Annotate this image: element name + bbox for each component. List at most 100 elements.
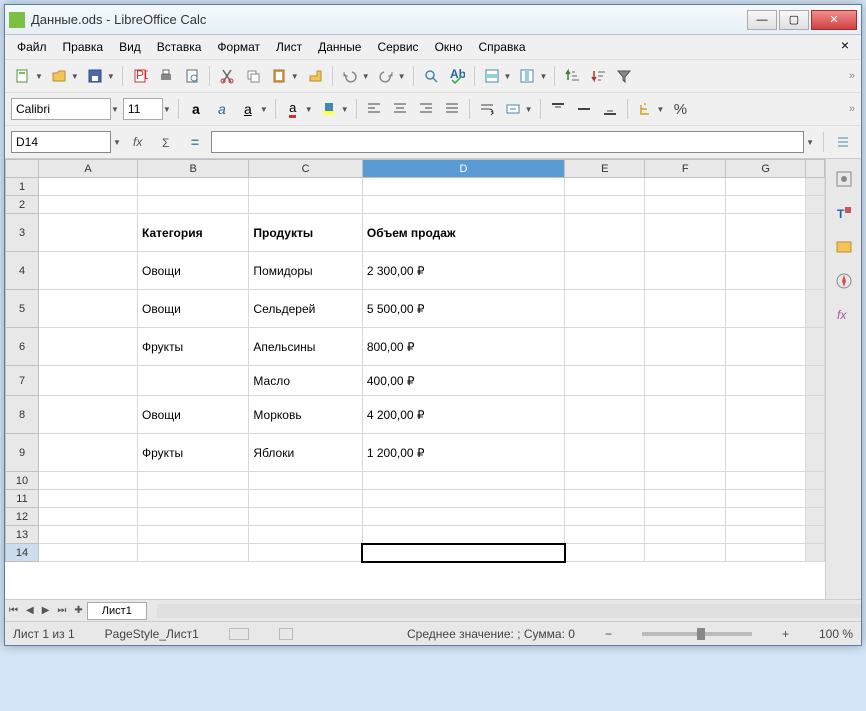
sort-desc-icon[interactable] (586, 64, 610, 88)
cell-C2[interactable] (249, 196, 362, 214)
cell-D3[interactable]: Объем продаж (362, 214, 564, 252)
cell-A11[interactable] (39, 490, 138, 508)
cell-B8[interactable]: Овощи (138, 396, 249, 434)
menu-file[interactable]: Файл (11, 37, 53, 57)
percent-icon[interactable]: % (668, 97, 692, 121)
cell-F13[interactable] (645, 526, 725, 544)
row-header-2[interactable]: 2 (6, 196, 39, 214)
copy-icon[interactable] (241, 64, 265, 88)
cell-D5[interactable]: 5 500,00 ₽ (362, 290, 564, 328)
row-header-7[interactable]: 7 (6, 366, 39, 396)
column-header-E[interactable]: E (565, 160, 645, 178)
cell-C8[interactable]: Морковь (249, 396, 362, 434)
cell-D14[interactable] (362, 544, 564, 562)
cell-C7[interactable]: Масло (249, 366, 362, 396)
cell-E10[interactable] (565, 472, 645, 490)
sidebar-toggle-icon[interactable] (831, 130, 855, 154)
export-pdf-icon[interactable]: PDF (128, 64, 152, 88)
align-center-icon[interactable] (388, 97, 412, 121)
align-justify-icon[interactable] (440, 97, 464, 121)
formula-input[interactable] (211, 131, 804, 153)
clone-format-icon[interactable] (303, 64, 327, 88)
cell-D11[interactable] (362, 490, 564, 508)
cell-G10[interactable] (725, 472, 805, 490)
merge-dropdown[interactable]: ▼ (525, 105, 535, 114)
cell-D4[interactable]: 2 300,00 ₽ (362, 252, 564, 290)
cell-F10[interactable] (645, 472, 725, 490)
align-right-icon[interactable] (414, 97, 438, 121)
status-sum[interactable]: Среднее значение: ; Сумма: 0 (407, 627, 575, 641)
menu-format[interactable]: Формат (211, 37, 266, 57)
print-preview-icon[interactable] (180, 64, 204, 88)
cell-D1[interactable] (362, 178, 564, 196)
underline-dropdown[interactable]: ▼ (260, 105, 270, 114)
merge-cells-icon[interactable] (501, 97, 525, 121)
cell-G13[interactable] (725, 526, 805, 544)
menu-tools[interactable]: Сервис (371, 37, 424, 57)
cell-G6[interactable] (725, 328, 805, 366)
cell-F6[interactable] (645, 328, 725, 366)
name-box[interactable]: D14 (11, 131, 111, 153)
font-name-dropdown[interactable]: ▼ (111, 105, 121, 114)
undo-dropdown[interactable]: ▼ (362, 72, 372, 81)
cell-B10[interactable] (138, 472, 249, 490)
sidebar-gallery-icon[interactable] (832, 235, 856, 259)
redo-dropdown[interactable]: ▼ (398, 72, 408, 81)
cell-G7[interactable] (725, 366, 805, 396)
cell-D2[interactable] (362, 196, 564, 214)
cell-A3[interactable] (39, 214, 138, 252)
column-dropdown[interactable]: ▼ (539, 72, 549, 81)
cell-C5[interactable]: Сельдерей (249, 290, 362, 328)
row-header-1[interactable]: 1 (6, 178, 39, 196)
sidebar-styles-icon[interactable]: T (832, 201, 856, 225)
status-selection-mode[interactable] (279, 628, 293, 640)
cell-A5[interactable] (39, 290, 138, 328)
cell-G14[interactable] (725, 544, 805, 562)
column-header-G[interactable]: G (725, 160, 805, 178)
cell-C14[interactable] (249, 544, 362, 562)
cell-G9[interactable] (725, 434, 805, 472)
cell-E4[interactable] (565, 252, 645, 290)
currency-icon[interactable] (633, 97, 657, 121)
cell-D13[interactable] (362, 526, 564, 544)
cell-E11[interactable] (565, 490, 645, 508)
bold-icon[interactable]: a (184, 97, 208, 121)
cell-B6[interactable]: Фрукты (138, 328, 249, 366)
cell-B2[interactable] (138, 196, 249, 214)
cell-A13[interactable] (39, 526, 138, 544)
tab-next-icon[interactable]: ▶ (38, 605, 54, 616)
font-size-dropdown[interactable]: ▼ (163, 105, 173, 114)
cell-D12[interactable] (362, 508, 564, 526)
row-header-8[interactable]: 8 (6, 396, 39, 434)
status-insert-mode[interactable] (229, 628, 249, 640)
zoom-slider[interactable] (642, 632, 752, 636)
row-header-9[interactable]: 9 (6, 434, 39, 472)
sidebar-navigator-icon[interactable] (832, 269, 856, 293)
new-dropdown[interactable]: ▼ (35, 72, 45, 81)
new-icon[interactable] (11, 64, 35, 88)
cell-D8[interactable]: 4 200,00 ₽ (362, 396, 564, 434)
cell-B4[interactable]: Овощи (138, 252, 249, 290)
cut-icon[interactable] (215, 64, 239, 88)
save-icon[interactable] (83, 64, 107, 88)
cell-B12[interactable] (138, 508, 249, 526)
cell-B9[interactable]: Фрукты (138, 434, 249, 472)
cell-F11[interactable] (645, 490, 725, 508)
cell-E3[interactable] (565, 214, 645, 252)
cell-G5[interactable] (725, 290, 805, 328)
cell-C13[interactable] (249, 526, 362, 544)
cell-C6[interactable]: Апельсины (249, 328, 362, 366)
cell-D10[interactable] (362, 472, 564, 490)
sort-asc-icon[interactable] (560, 64, 584, 88)
close-document-button[interactable]: × (835, 37, 855, 57)
menu-sheet[interactable]: Лист (270, 37, 308, 57)
horizontal-scrollbar[interactable] (157, 604, 861, 618)
function-wizard-icon[interactable]: fx (127, 130, 151, 154)
cell-E13[interactable] (565, 526, 645, 544)
cell-G8[interactable] (725, 396, 805, 434)
cell-F12[interactable] (645, 508, 725, 526)
cell-D6[interactable]: 800,00 ₽ (362, 328, 564, 366)
currency-dropdown[interactable]: ▼ (657, 105, 667, 114)
cell-G1[interactable] (725, 178, 805, 196)
cell-A14[interactable] (39, 544, 138, 562)
